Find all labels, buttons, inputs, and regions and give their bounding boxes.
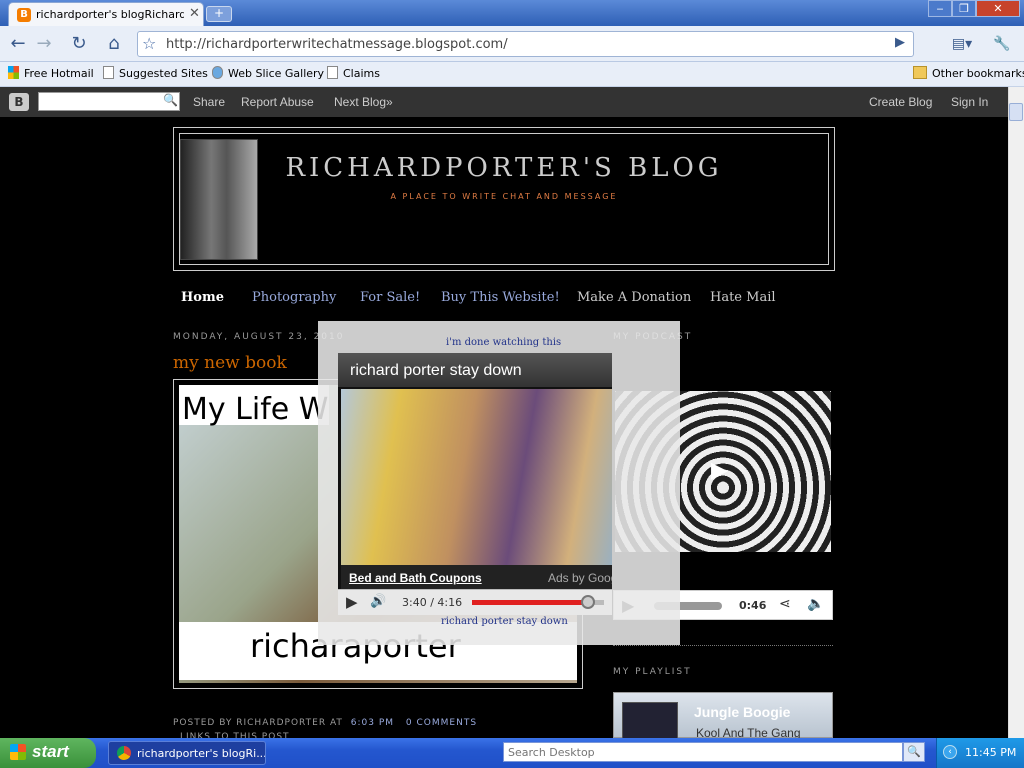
star-icon[interactable]: ☆ [142,34,156,53]
bookmark-free-hotmail[interactable]: Free Hotmail [8,66,94,80]
audio-time: 0:46 [739,599,767,612]
home-icon[interactable]: ⌂ [102,32,126,56]
video-scrubber-handle[interactable] [581,595,596,609]
page-icon [327,66,338,79]
go-icon[interactable]: ▶ [895,35,905,50]
folder-icon [913,66,927,79]
windows-live-icon [8,66,19,79]
url-text[interactable]: http://richardporterwritechatmessage.blo… [166,37,508,52]
sign-in-link[interactable]: Sign In [951,95,988,109]
bookmarks-bar: Free Hotmail Suggested Sites Web Slice G… [0,62,1024,87]
playlist-track-title: Jungle Boogie [694,704,791,720]
taskbar-item-label: richardporter's blogRi... [137,747,266,760]
windows-flag-icon [10,744,26,760]
report-abuse-link[interactable]: Report Abuse [241,95,314,109]
chrome-icon [117,746,131,760]
album-art [622,702,678,742]
posted-by: POSTED BY RICHARDPORTER AT [173,718,343,728]
done-watching-link[interactable]: i'm done watching this [446,337,561,348]
bookmark-suggested-sites[interactable]: Suggested Sites [103,66,208,80]
blog-search-input[interactable]: 🔍 [38,92,180,111]
search-icon[interactable]: 🔍 [163,93,178,107]
address-bar[interactable]: ☆ http://richardporterwritechatmessage.b… [137,31,914,57]
video-play-icon[interactable]: ▶ [346,593,358,611]
browser-toolbar: ← → ↻ ⌂ ☆ http://richardporterwritechatm… [0,26,1024,62]
browser-tab[interactable]: B richardporter's blogRichard... ✕ [8,2,204,26]
page-menu-icon[interactable]: ▤▾ [950,32,974,56]
post-time-link[interactable]: 6:03 PM [351,718,394,728]
show-hidden-icons-icon[interactable]: ‹ [943,745,957,759]
minimize-icon[interactable]: ‒ [928,0,952,17]
volume-icon[interactable]: 🔈 [807,596,824,612]
share-icon[interactable]: ⋖ [779,596,791,612]
play-icon[interactable]: ▶ [711,458,728,483]
ie-icon [212,66,223,79]
blogger-favicon-icon: B [17,8,31,22]
tab-for-sale[interactable]: For Sale! [360,290,420,305]
ad-link[interactable]: Bed and Bath Coupons [349,571,482,585]
share-link[interactable]: Share [193,95,225,109]
reload-icon[interactable]: ↻ [67,32,91,56]
blog-title[interactable]: RICHARDPORTER'S BLOG [259,153,749,183]
scrollbar-thumb[interactable] [1009,103,1023,121]
tab-make-a-donation[interactable]: Make A Donation [577,290,691,305]
blogger-navbar: B 🔍 Share Report Abuse Next Blog» Create… [0,87,1008,117]
sidebar-divider [613,645,833,646]
tab-title: richardporter's blogRichard... [36,8,184,21]
video-controls: ▶ 🔊 3:40 / 4:16 [338,589,612,615]
desktop-search-input[interactable] [503,742,903,762]
new-tab-button[interactable]: + [206,6,232,22]
start-button[interactable]: start [0,738,96,768]
header-photo [180,139,258,260]
video-progress-bar[interactable] [472,595,604,609]
create-blog-link[interactable]: Create Blog [869,95,932,109]
playlist-heading: MY PLAYLIST [613,667,692,677]
close-tab-icon[interactable]: ✕ [189,6,200,21]
system-tray: ‹ 11:45 PM [936,738,1024,768]
post-footer: POSTED BY RICHARDPORTER AT 6:03 PM 0 COM… [173,718,477,728]
page-icon [103,66,114,79]
book-title-text: My Life W [182,392,329,427]
back-icon[interactable]: ← [6,32,30,56]
tab-home[interactable]: Home [181,290,224,305]
forward-icon[interactable]: → [32,32,56,56]
close-window-icon[interactable]: ✕ [976,0,1020,17]
video-caption-link[interactable]: richard porter stay down [441,616,568,627]
video-time: 3:40 / 4:16 [402,596,463,609]
next-blog-link[interactable]: Next Blog» [334,95,393,109]
bookmark-web-slice-gallery[interactable]: Web Slice Gallery [212,66,324,80]
search-icon[interactable]: 🔍 [903,742,925,762]
wrench-icon[interactable]: 🔧 [990,32,1014,56]
tab-photography[interactable]: Photography [252,290,336,305]
other-bookmarks[interactable]: Other bookmarks [913,66,1024,80]
bookmark-claims[interactable]: Claims [327,66,380,80]
ads-by-google: Ads by Google [548,571,612,585]
video-volume-icon[interactable]: 🔊 [370,594,386,609]
tab-hate-mail[interactable]: Hate Mail [710,290,776,305]
video-title[interactable]: richard porter stay down [350,362,522,380]
start-label: start [32,742,69,761]
video-frame[interactable] [341,389,612,565]
post-title[interactable]: my new book [173,353,287,373]
comments-link[interactable]: 0 COMMENTS [406,718,477,728]
restore-icon[interactable]: ❐ [952,0,976,17]
vertical-scrollbar[interactable] [1008,87,1024,738]
taskbar-item-chrome[interactable]: richardporter's blogRi... [108,741,266,765]
blog-description: A PLACE TO WRITE CHAT AND MESSAGE [390,192,618,201]
playlist-widget[interactable]: Jungle Boogie Kool And The Gang [613,692,833,742]
blogger-logo-icon[interactable]: B [9,93,29,111]
tab-buy-this-website[interactable]: Buy This Website! [441,290,560,305]
clock[interactable]: 11:45 PM [965,746,1016,759]
video-progress-fill [472,600,589,605]
